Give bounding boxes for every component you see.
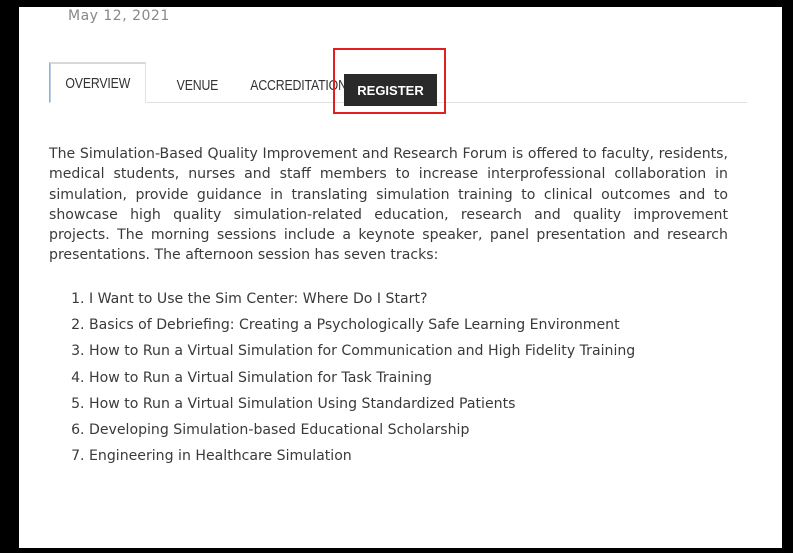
track-list: I Want to Use the Sim Center: Where Do I…: [49, 286, 779, 469]
window-frame-left: [0, 0, 19, 553]
tab-overview[interactable]: OVERVIEW: [49, 62, 146, 103]
track-item: Developing Simulation-based Educational …: [89, 417, 779, 443]
window-frame-top: [0, 0, 793, 7]
track-item: Engineering in Healthcare Simulation: [89, 443, 779, 469]
register-highlight-box: [333, 48, 446, 114]
track-item: Basics of Debriefing: Creating a Psychol…: [89, 312, 779, 338]
tab-venue[interactable]: VENUE: [163, 62, 232, 102]
track-item: I Want to Use the Sim Center: Where Do I…: [89, 286, 779, 312]
window-frame-bottom: [0, 548, 793, 553]
track-item: How to Run a Virtual Simulation for Task…: [89, 365, 779, 391]
event-date: May 12, 2021: [68, 8, 170, 24]
page-content: May 12, 2021 OVERVIEW VENUE ACCREDITATIO…: [19, 7, 782, 548]
overview-description: The Simulation-Based Quality Improvement…: [49, 146, 728, 264]
track-item: How to Run a Virtual Simulation for Comm…: [89, 338, 779, 364]
track-item: How to Run a Virtual Simulation Using St…: [89, 391, 779, 417]
window-frame-right: [782, 0, 793, 553]
